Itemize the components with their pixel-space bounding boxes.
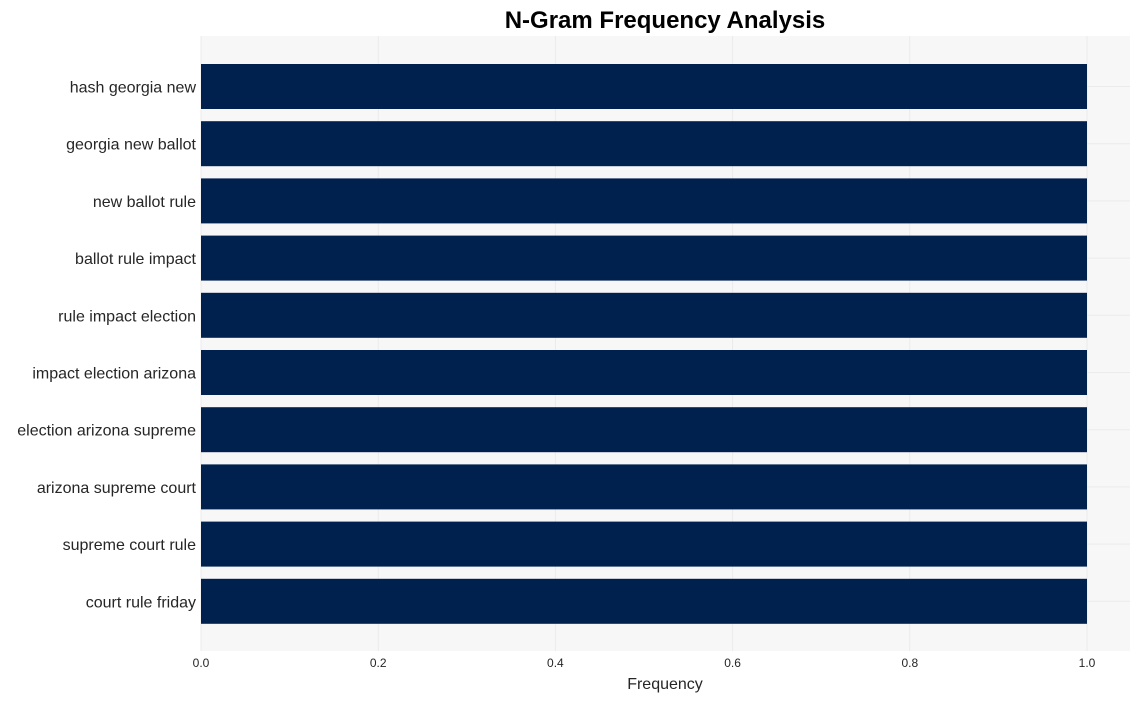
y-tick-label: georgia new ballot	[66, 137, 196, 154]
x-tick-label: 0.0	[193, 656, 210, 670]
bar	[201, 292, 1087, 338]
x-tick-label: 1.0	[1079, 656, 1096, 670]
bar	[201, 407, 1087, 453]
bar	[201, 578, 1087, 624]
x-tick-label: 0.6	[724, 656, 741, 670]
y-tick-label: rule impact election	[58, 308, 196, 325]
x-tick-label: 0.2	[370, 656, 387, 670]
bar	[201, 464, 1087, 510]
y-tick-label: supreme court rule	[63, 537, 196, 554]
y-tick-label: arizona supreme court	[37, 480, 197, 497]
bar	[201, 121, 1087, 167]
y-tick-label: hash georgia new	[70, 80, 197, 97]
y-tick-label: new ballot rule	[93, 194, 196, 211]
bar	[201, 235, 1087, 281]
y-tick-label: election arizona supreme	[17, 423, 196, 440]
y-tick-label: court rule friday	[86, 594, 196, 611]
y-tick-label: impact election arizona	[32, 366, 196, 383]
x-axis-label: Frequency	[627, 676, 703, 693]
chart-title: N-Gram Frequency Analysis	[505, 7, 826, 34]
ngram-bar-chart: hash georgia new georgia new ballot new ba…	[17, 7, 1130, 693]
bar	[201, 350, 1087, 395]
x-tick-label: 0.8	[901, 656, 918, 670]
y-tick-label: ballot rule impact	[75, 251, 197, 268]
x-tick-labels: 0.0 0.2 0.4 0.6 0.8 1.0	[193, 656, 1096, 670]
bar	[201, 521, 1087, 567]
y-tick-labels: hash georgia new georgia new ballot new ba…	[17, 80, 196, 612]
bar	[201, 64, 1087, 109]
bar	[201, 178, 1087, 224]
x-tick-label: 0.4	[547, 656, 564, 670]
